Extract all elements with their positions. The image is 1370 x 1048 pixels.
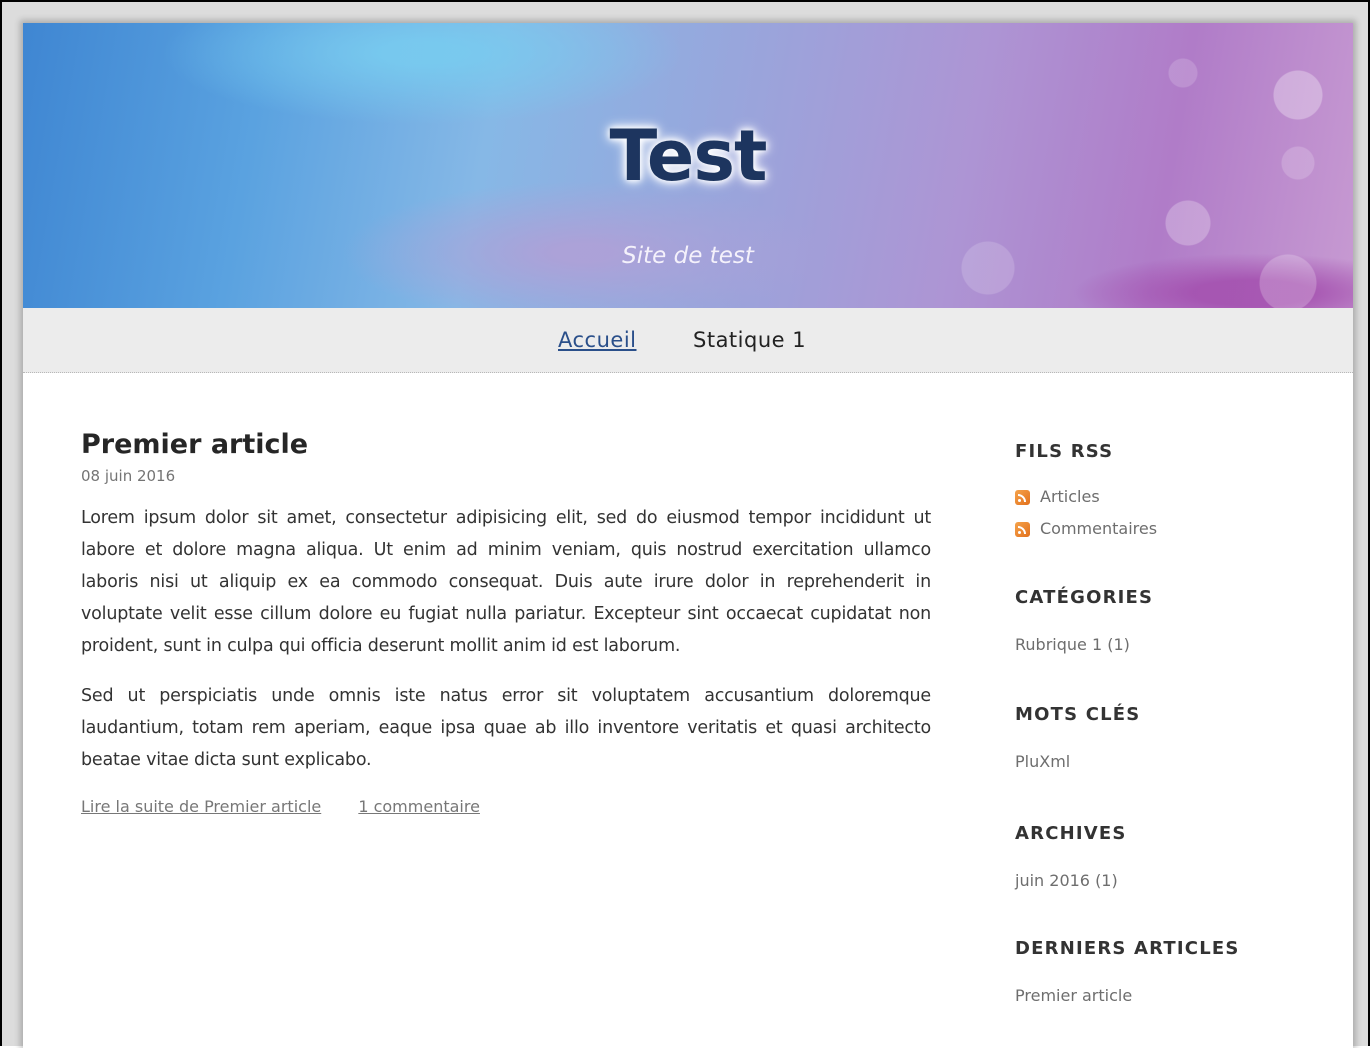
article-links: Lire la suite de Premier article 1 comme… bbox=[81, 796, 931, 818]
category-item[interactable]: Rubrique 1 (1) bbox=[1015, 634, 1153, 656]
rss-icon bbox=[1015, 489, 1030, 505]
comments-link[interactable]: 1 commentaire bbox=[358, 797, 480, 816]
tags-list: PluXml bbox=[1015, 751, 1140, 773]
window-frame: Test Site de test Accueil Statique 1 Pre… bbox=[0, 0, 1370, 1048]
sidebar-heading: FILS RSS bbox=[1015, 441, 1114, 462]
sidebar-tags: MOTS CLÉS PluXml bbox=[1015, 704, 1140, 773]
sidebar-heading: ARCHIVES bbox=[1015, 823, 1127, 844]
sidebar-categories: CATÉGORIES Rubrique 1 (1) bbox=[1015, 587, 1153, 656]
rss-list: Articles Commentaires bbox=[1015, 481, 1157, 545]
nav-item-accueil[interactable]: Accueil bbox=[558, 328, 637, 352]
article-paragraph: Lorem ipsum dolor sit amet, consectetur … bbox=[81, 508, 931, 656]
rss-item-label: Commentaires bbox=[1040, 519, 1158, 538]
archive-item[interactable]: juin 2016 (1) bbox=[1015, 870, 1127, 892]
archives-list: juin 2016 (1) bbox=[1015, 870, 1127, 892]
categories-list: Rubrique 1 (1) bbox=[1015, 634, 1153, 656]
read-more-link[interactable]: Lire la suite de Premier article bbox=[81, 797, 321, 816]
site-subtitle: Site de test bbox=[622, 243, 754, 269]
rss-item-articles[interactable]: Articles bbox=[1015, 481, 1157, 513]
sidebar-latest-articles: DERNIERS ARTICLES Premier article bbox=[1015, 938, 1240, 1007]
site-header: Test Site de test bbox=[23, 23, 1353, 308]
article-title[interactable]: Premier article bbox=[81, 428, 931, 462]
nav-item-statique-1[interactable]: Statique 1 bbox=[693, 328, 806, 352]
rss-item-commentaires[interactable]: Commentaires bbox=[1015, 513, 1157, 545]
rss-item-label: Articles bbox=[1040, 487, 1100, 506]
sidebar-archives: ARCHIVES juin 2016 (1) bbox=[1015, 823, 1127, 892]
sidebar-heading: CATÉGORIES bbox=[1015, 587, 1154, 608]
sidebar-heading: MOTS CLÉS bbox=[1015, 704, 1141, 725]
article: Premier article 08 juin 2016 Lorem ipsum… bbox=[81, 428, 931, 818]
sidebar-heading: DERNIERS ARTICLES bbox=[1015, 938, 1240, 959]
latest-articles-list: Premier article bbox=[1015, 985, 1240, 1007]
rss-icon bbox=[1015, 521, 1030, 537]
page: Test Site de test Accueil Statique 1 Pre… bbox=[23, 23, 1353, 1048]
article-date: 08 juin 2016 bbox=[81, 467, 176, 485]
tag-item[interactable]: PluXml bbox=[1015, 751, 1140, 773]
latest-article-item[interactable]: Premier article bbox=[1015, 985, 1240, 1007]
article-paragraph: Sed ut perspiciatis unde omnis iste natu… bbox=[81, 686, 931, 770]
main-nav: Accueil Statique 1 bbox=[23, 308, 1353, 373]
sidebar-rss: FILS RSS Articles Commentaires bbox=[1015, 441, 1157, 545]
site-title[interactable]: Test bbox=[23, 121, 1353, 191]
